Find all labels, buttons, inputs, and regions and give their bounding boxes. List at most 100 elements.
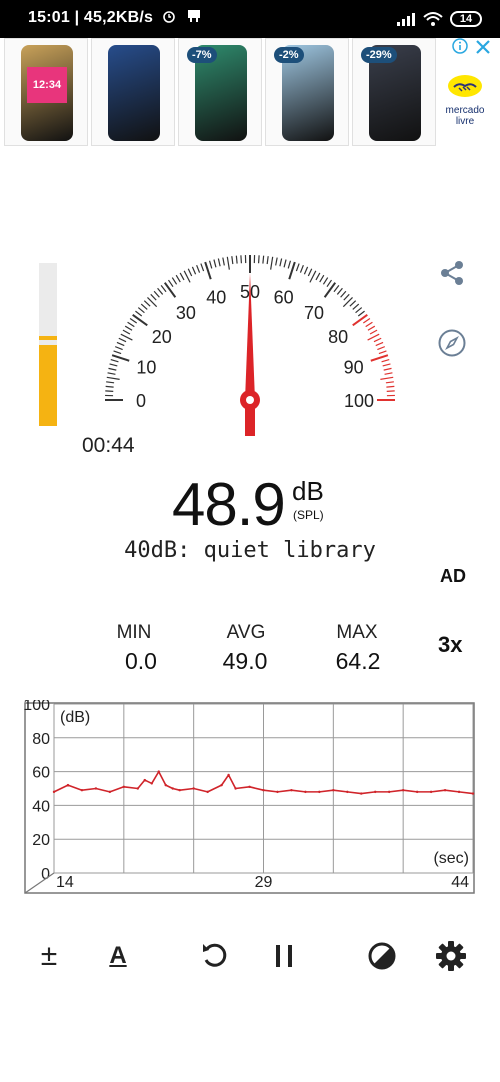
chart-point: [415, 790, 419, 794]
chart-point: [66, 783, 70, 787]
gauge-tick: [129, 318, 138, 324]
chart-point: [457, 790, 461, 794]
gauge-tick: [132, 313, 148, 327]
gauge-label: 0: [136, 391, 146, 411]
compass-icon[interactable]: [437, 328, 467, 358]
history-chart: 02040608010014 29 44(dB)(sec): [23, 700, 475, 894]
gauge-tick: [108, 367, 117, 371]
gauge-tick: [307, 268, 313, 277]
gauge-tick: [386, 390, 395, 392]
gauge-tick: [309, 270, 317, 283]
ad-close-icon[interactable]: [474, 38, 492, 56]
chart-point: [401, 788, 405, 792]
weighting-button[interactable]: A: [100, 938, 136, 974]
gauge-tick: [270, 256, 274, 270]
gauge-tick: [380, 376, 394, 380]
gauge-tick: [157, 287, 164, 295]
gauge-tick: [150, 293, 157, 301]
gauge-tick: [367, 325, 376, 331]
theme-icon[interactable]: [364, 938, 400, 974]
gauge-tick: [326, 279, 332, 288]
gauge-tick: [355, 307, 363, 314]
avg-value: 49.0: [222, 648, 268, 674]
reading-unit: dB: [292, 476, 324, 506]
chart-point: [143, 778, 146, 782]
chart-point: [164, 783, 167, 787]
gauge-tick: [208, 260, 213, 269]
chart-point: [248, 785, 251, 789]
gauge-tick: [299, 264, 304, 273]
gauge-tick: [222, 257, 225, 266]
ad-product-3[interactable]: -7%: [178, 38, 262, 146]
gauge-tick: [116, 341, 125, 347]
gauge-label: 70: [304, 303, 324, 323]
gauge-tick: [107, 372, 116, 375]
gauge-tick: [140, 303, 148, 310]
gauge-tick: [135, 310, 143, 317]
pause-icon[interactable]: [266, 938, 302, 974]
gauge-tick: [122, 329, 131, 335]
ad-tag[interactable]: AD: [440, 566, 466, 587]
gauge-tick: [213, 259, 217, 268]
chart-point: [136, 787, 139, 790]
y-tick-label: 80: [32, 731, 50, 748]
gauge-tick: [382, 363, 391, 367]
gauge-label: 90: [344, 357, 364, 377]
gauge-tick: [333, 285, 340, 293]
x-axis-label: (sec): [433, 850, 469, 867]
phone-screen-text: 12:34: [27, 67, 67, 103]
gauge-tick: [163, 282, 177, 298]
status-time: 15:01 | 45,2KB/s: [28, 9, 202, 27]
ad-brand[interactable]: mercado livre: [436, 74, 494, 127]
max-label: MAX: [336, 622, 378, 643]
chart-frame: [24, 702, 475, 894]
ad-brand-line1: mercado: [445, 105, 485, 116]
chart-point: [171, 787, 174, 790]
status-icons: 14: [396, 9, 482, 29]
ad-banner[interactable]: 12:34 -7% -2% -29% mercado livre: [0, 38, 500, 150]
chart-point: [220, 783, 223, 787]
gauge-tick: [258, 255, 260, 264]
sound-level-gauge: 0102030405060708090100: [105, 255, 395, 436]
gauge-tick: [319, 274, 325, 283]
gauge-tick: [120, 333, 133, 341]
calibrate-button[interactable]: ±: [31, 938, 67, 974]
chart-point: [443, 788, 447, 792]
ad-product-2[interactable]: [91, 38, 175, 146]
ad-product-5[interactable]: -29%: [352, 38, 436, 146]
ad-product-4[interactable]: -2%: [265, 38, 349, 146]
share-icon[interactable]: [437, 258, 467, 288]
settings-gear-icon[interactable]: [433, 938, 469, 974]
gauge-tick: [384, 372, 393, 375]
gauge-tick: [187, 268, 193, 277]
gauge-tick: [124, 325, 133, 331]
speed-button[interactable]: 3x: [438, 632, 462, 658]
gauge-tick: [303, 266, 309, 275]
gauge-tick: [287, 260, 292, 269]
chart-point: [108, 790, 112, 794]
min-value: 0.0: [125, 648, 157, 674]
signal-icon: [397, 13, 415, 26]
y-tick-label: 60: [32, 765, 50, 782]
max-value: 64.2: [335, 648, 381, 674]
gauge-tick: [111, 354, 130, 362]
ad-product-1[interactable]: 12:34: [4, 38, 88, 146]
gauge-tick: [383, 367, 392, 371]
gauge-label: 10: [136, 357, 156, 377]
gauge-label: 30: [176, 303, 196, 323]
chart-point: [122, 785, 126, 789]
reset-icon[interactable]: [197, 938, 233, 974]
avg-label: AVG: [226, 622, 266, 643]
gauge-tick: [196, 264, 201, 273]
discount-badge: -29%: [361, 47, 397, 63]
chart-point: [178, 788, 181, 792]
chart-point: [429, 790, 433, 794]
gauge-tick: [370, 354, 389, 362]
gauge-tick: [235, 255, 238, 264]
gauge-tick: [266, 256, 269, 265]
chart-point: [227, 773, 230, 777]
discount-badge: -2%: [274, 47, 304, 63]
y-tick-label: 40: [32, 798, 50, 815]
gauge-tick: [367, 333, 380, 341]
ad-info-icon[interactable]: [452, 38, 468, 54]
